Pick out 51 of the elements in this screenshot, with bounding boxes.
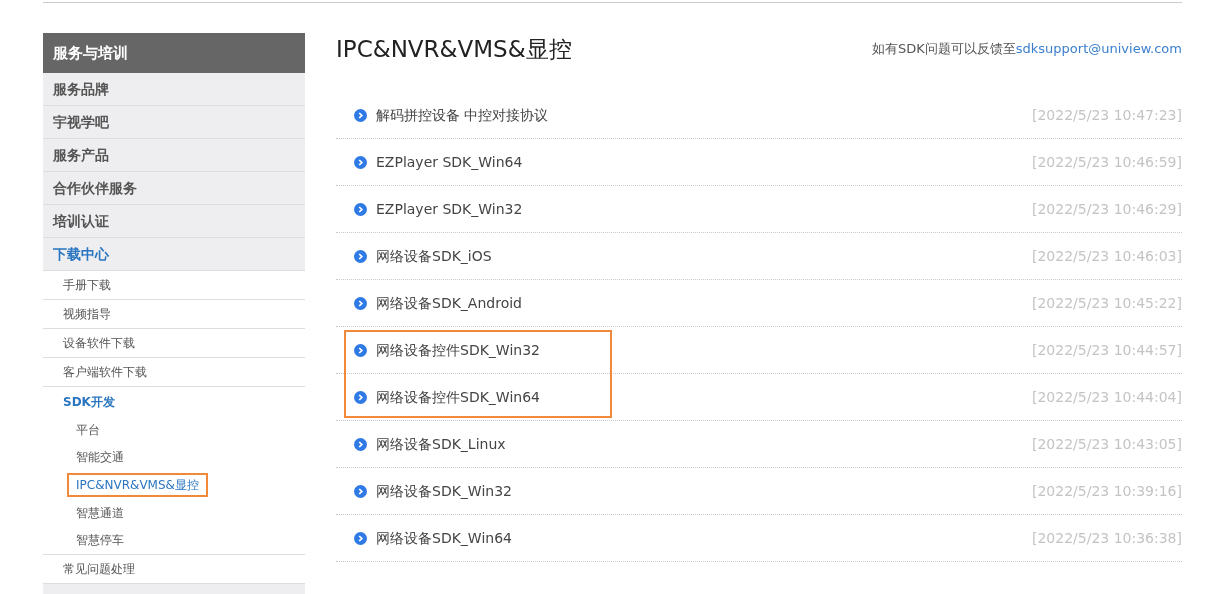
sidebar-header: 服务与培训: [43, 33, 305, 73]
chevron-icon: [354, 343, 367, 357]
download-link[interactable]: 解码拼控设备 中控对接协议: [376, 104, 549, 126]
download-link[interactable]: EZPlayer SDK_Win32: [376, 198, 523, 220]
feedback-note: 如有SDK问题可以反馈至: [872, 40, 1016, 59]
page-title: IPC&NVR&VMS&显控: [336, 34, 572, 64]
download-link[interactable]: 网络设备SDK_Linux: [376, 433, 506, 455]
sidebar-subitem[interactable]: 手册下载: [43, 271, 305, 300]
sidebar-subitem[interactable]: 视频指导: [43, 300, 305, 329]
chevron-icon: [354, 437, 367, 451]
download-link[interactable]: 网络设备SDK_Android: [376, 292, 522, 314]
chevron-icon: [354, 390, 367, 404]
timestamp: [2022/5/23 10:46:03]: [1031, 246, 1182, 266]
sidebar-subitem[interactable]: 设备软件下载: [43, 329, 305, 358]
sidebar-item[interactable]: 服务品牌: [43, 73, 305, 106]
timestamp: [2022/5/23 10:44:57]: [1031, 340, 1182, 360]
sidebar-item[interactable]: 服务产品: [43, 139, 305, 172]
chevron-icon: [354, 296, 367, 310]
sidebar-subitem[interactable]: SDK开发: [43, 387, 305, 416]
timestamp: [2022/5/23 10:39:16]: [1031, 481, 1182, 501]
sidebar-subitem[interactable]: IPC&NVR&VMS&显控: [67, 473, 208, 497]
chevron-icon: [354, 155, 367, 169]
download-link[interactable]: EZPlayer SDK_Win64: [376, 151, 523, 173]
timestamp: [2022/5/23 10:36:38]: [1031, 528, 1182, 548]
chevron-icon: [354, 108, 367, 122]
timestamp: [2022/5/23 10:46:29]: [1031, 199, 1182, 219]
sidebar-item[interactable]: 宇视学吧: [43, 106, 305, 139]
sidebar-subitem[interactable]: 平台: [67, 417, 109, 442]
sidebar-item[interactable]: 培训认证: [43, 205, 305, 238]
timestamp: [2022/5/23 10:43:05]: [1031, 434, 1182, 454]
download-link[interactable]: 网络设备SDK_Win32: [376, 480, 512, 502]
sidebar-subitem[interactable]: 客户端软件下载: [43, 358, 305, 387]
chevron-icon: [354, 484, 367, 498]
sidebar-item[interactable]: 下载中心: [43, 238, 305, 271]
sidebar-subitem[interactable]: 智能交通: [67, 445, 133, 470]
chevron-icon: [354, 531, 367, 545]
timestamp: [2022/5/23 10:47:23]: [1031, 105, 1182, 125]
download-link[interactable]: 网络设备SDK_iOS: [376, 245, 492, 267]
timestamp: [2022/5/23 10:46:59]: [1031, 152, 1182, 172]
sidebar-subitem[interactable]: 常见问题处理: [43, 554, 305, 584]
sidebar-subitem[interactable]: 智慧停车: [67, 528, 133, 553]
sidebar-item[interactable]: 合作伙伴服务: [43, 172, 305, 205]
timestamp: [2022/5/23 10:45:22]: [1031, 293, 1182, 313]
email-link[interactable]: sdksupport@uniview.com: [1015, 39, 1182, 59]
chevron-icon: [354, 202, 367, 216]
sidebar-subitem[interactable]: 智慧通道: [67, 500, 133, 525]
download-link[interactable]: 网络设备控件SDK_Win32: [376, 339, 540, 361]
timestamp: [2022/5/23 10:44:04]: [1031, 387, 1182, 407]
chevron-icon: [354, 249, 367, 263]
download-link[interactable]: 网络设备SDK_Win64: [376, 527, 512, 549]
download-link[interactable]: 网络设备控件SDK_Win64: [376, 386, 540, 408]
